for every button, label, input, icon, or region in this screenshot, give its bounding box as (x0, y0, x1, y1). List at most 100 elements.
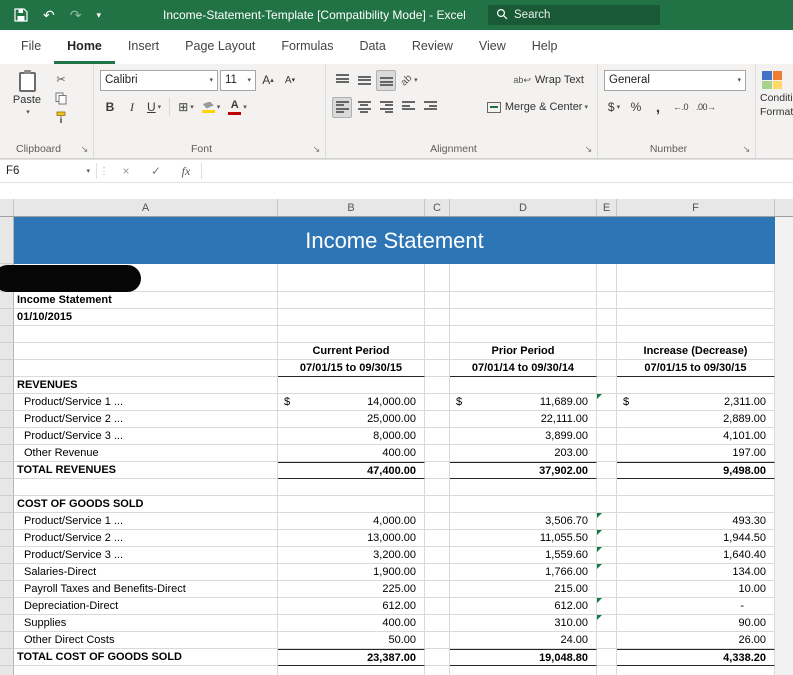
font-name-select[interactable]: Calibri ▾ (100, 69, 218, 91)
cell[interactable] (617, 326, 775, 343)
cell[interactable] (278, 666, 425, 675)
row-header[interactable] (0, 649, 14, 666)
cell[interactable] (278, 377, 425, 394)
row-header[interactable] (0, 530, 14, 547)
cell[interactable] (425, 360, 450, 377)
accounting-format-button[interactable]: $ ▾ (604, 97, 624, 118)
cell[interactable] (617, 496, 775, 513)
font-dialog-launcher-icon[interactable]: ↘ (311, 144, 322, 155)
cell[interactable] (617, 264, 775, 292)
font-color-button[interactable]: A ▾ (225, 97, 250, 118)
cell[interactable] (425, 264, 450, 292)
cell[interactable] (450, 666, 597, 675)
align-top-button[interactable] (332, 70, 352, 91)
row-header[interactable] (0, 615, 14, 632)
tab-view[interactable]: View (466, 30, 519, 64)
align-middle-button[interactable] (354, 70, 374, 91)
increase-value[interactable]: 134.00 (617, 564, 775, 581)
cell[interactable] (278, 479, 425, 496)
current-value[interactable]: 400.00 (278, 445, 425, 462)
cell[interactable] (425, 394, 450, 411)
wrap-text-button[interactable]: ab↩ Wrap Text (510, 70, 587, 91)
prior-value[interactable]: 203.00 (450, 445, 597, 462)
column-header-d[interactable]: D (450, 199, 597, 216)
increase-value[interactable]: $2,311.00 (617, 394, 775, 411)
cell[interactable] (425, 547, 450, 564)
row-header[interactable] (0, 411, 14, 428)
customize-quick-access-icon[interactable]: ▾ (96, 10, 101, 20)
increase-value[interactable]: 1,640.40 (617, 547, 775, 564)
tab-help[interactable]: Help (519, 30, 571, 64)
cell[interactable] (450, 264, 597, 292)
prior-value[interactable]: 310.00 (450, 615, 597, 632)
cell[interactable] (425, 615, 450, 632)
cell[interactable] (425, 581, 450, 598)
formula-input[interactable] (202, 160, 793, 182)
doc-date[interactable]: 01/10/2015 (14, 309, 278, 326)
cell[interactable] (425, 428, 450, 445)
cell[interactable] (14, 360, 278, 377)
cell[interactable] (425, 309, 450, 326)
align-bottom-button[interactable] (376, 69, 396, 91)
row-header[interactable] (0, 292, 14, 309)
undo-icon[interactable]: ↶ (43, 8, 55, 22)
cell[interactable] (425, 632, 450, 649)
row-header[interactable] (0, 632, 14, 649)
tab-data[interactable]: Data (346, 30, 398, 64)
column-header-a[interactable]: A (14, 199, 278, 216)
align-right-button[interactable] (376, 97, 396, 118)
cell[interactable] (597, 309, 617, 326)
prior-value[interactable]: 37,902.00 (450, 462, 597, 479)
cell[interactable] (597, 264, 617, 292)
cut-button[interactable]: ✂ (52, 72, 70, 87)
tab-home[interactable]: Home (54, 30, 115, 64)
bold-button[interactable]: B (100, 97, 120, 118)
row-header[interactable] (0, 666, 14, 675)
current-value[interactable]: 3,200.00 (278, 547, 425, 564)
cell[interactable] (597, 649, 617, 666)
cell[interactable] (14, 479, 278, 496)
align-left-button[interactable] (332, 96, 352, 118)
tab-file[interactable]: File (8, 30, 54, 64)
row-header[interactable] (0, 496, 14, 513)
alignment-dialog-launcher-icon[interactable]: ↘ (583, 144, 594, 155)
total-label[interactable]: TOTAL REVENUES (14, 462, 278, 479)
current-value[interactable]: 4,000.00 (278, 513, 425, 530)
current-period-range[interactable]: 07/01/15 to 09/30/15 (278, 360, 425, 377)
enter-icon[interactable]: ✓ (141, 160, 171, 182)
decrease-indent-button[interactable] (398, 97, 418, 118)
prior-value[interactable]: 24.00 (450, 632, 597, 649)
format-painter-button[interactable] (52, 110, 70, 125)
current-value[interactable]: 8,000.00 (278, 428, 425, 445)
cell[interactable] (597, 428, 617, 445)
increase-decimal-button[interactable]: ←.0 (670, 97, 691, 118)
comma-style-button[interactable]: , (648, 97, 668, 118)
paste-button[interactable]: Paste ▾ (6, 69, 48, 140)
cell[interactable] (278, 496, 425, 513)
row-label[interactable]: Salaries-Direct (14, 564, 278, 581)
cell[interactable] (278, 264, 425, 292)
prior-value[interactable]: 19,048.80 (450, 649, 597, 666)
increase-value[interactable]: 1,944.50 (617, 530, 775, 547)
total-label[interactable]: TOTAL COST OF GOODS SOLD (14, 649, 278, 666)
cell[interactable] (450, 377, 597, 394)
section-header[interactable]: COST OF GOODS SOLD (14, 496, 278, 513)
redo-icon[interactable]: ↷ (70, 8, 82, 22)
cell[interactable] (425, 496, 450, 513)
italic-button[interactable]: I (122, 97, 142, 118)
column-header-f[interactable]: F (617, 199, 775, 216)
row-header[interactable] (0, 360, 14, 377)
borders-button[interactable]: ⊞ ▾ (175, 97, 197, 118)
cell[interactable] (450, 479, 597, 496)
cell[interactable] (597, 632, 617, 649)
increase-value[interactable]: 90.00 (617, 615, 775, 632)
cell[interactable] (450, 326, 597, 343)
current-value[interactable]: 50.00 (278, 632, 425, 649)
cell[interactable] (425, 564, 450, 581)
current-value[interactable]: 400.00 (278, 615, 425, 632)
cell[interactable] (425, 462, 450, 479)
current-value[interactable]: 23,387.00 (278, 649, 425, 666)
row-header[interactable] (0, 462, 14, 479)
prior-value[interactable]: 11,055.50 (450, 530, 597, 547)
current-value[interactable]: 612.00 (278, 598, 425, 615)
